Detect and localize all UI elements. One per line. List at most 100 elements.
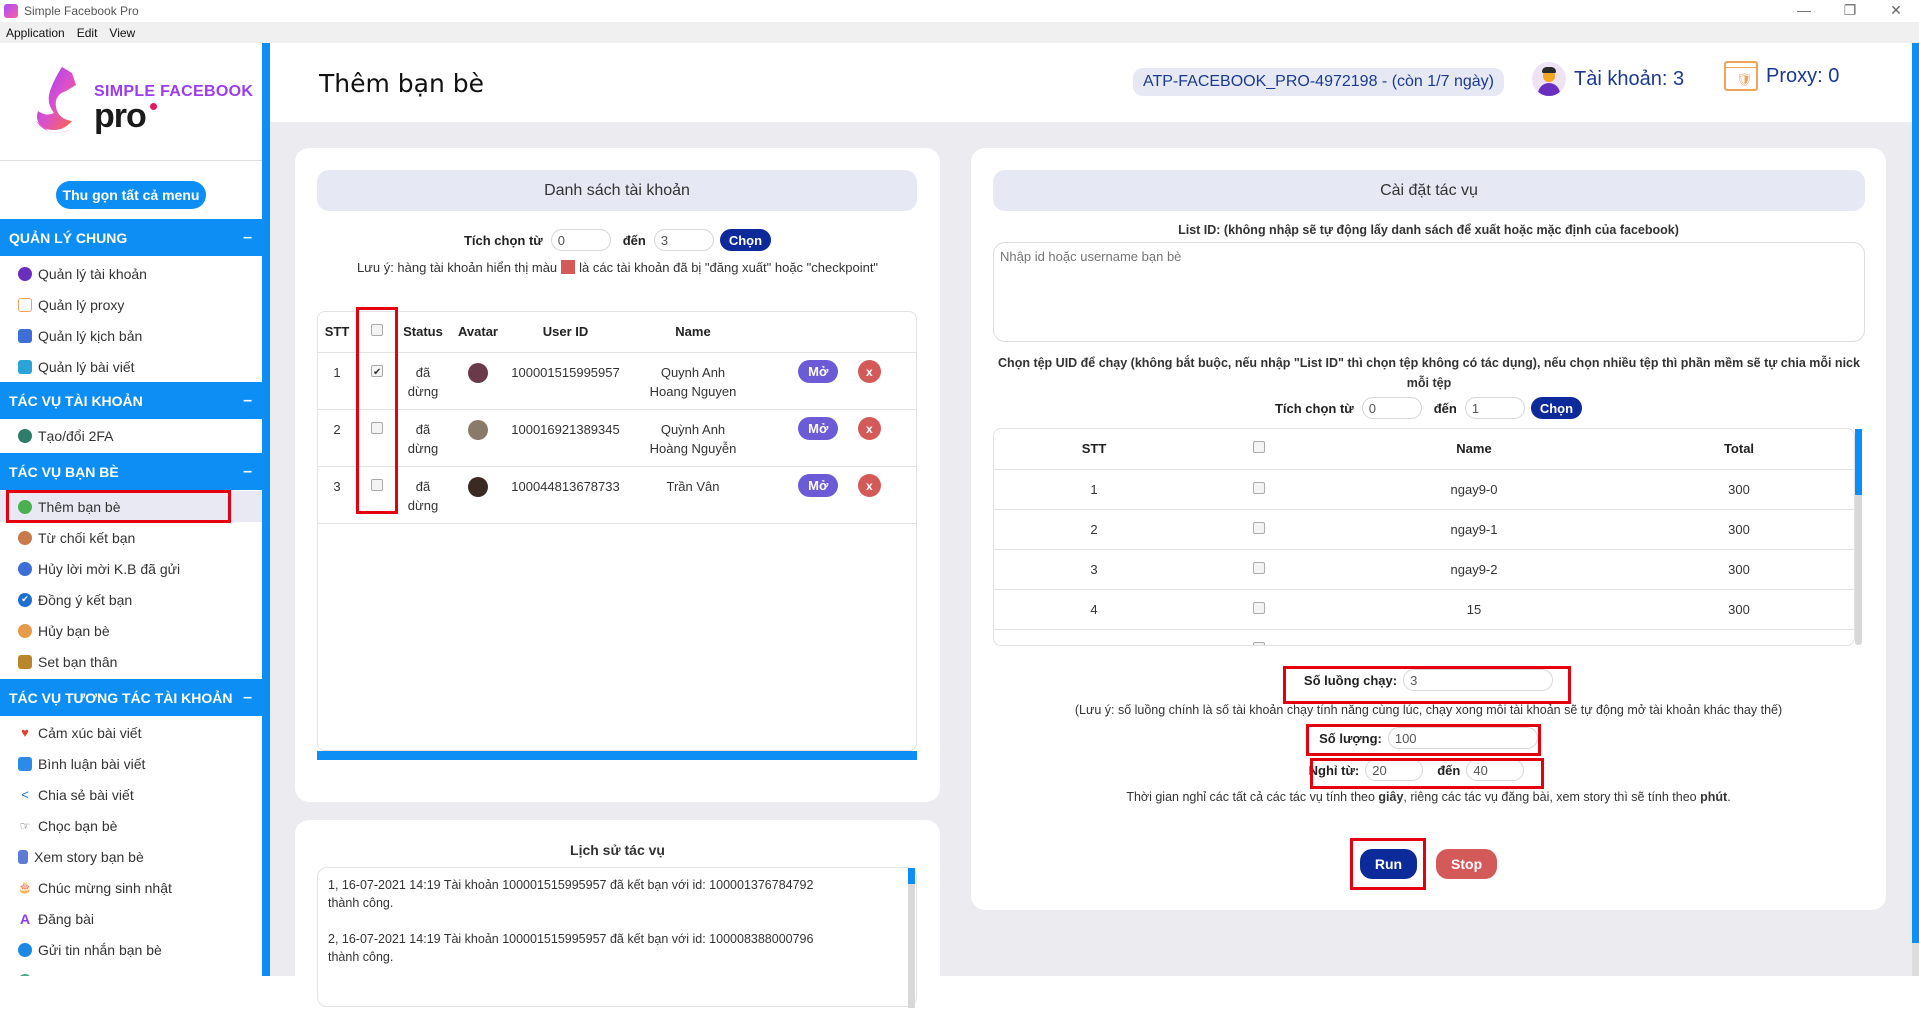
rest-from-input[interactable] xyxy=(1365,759,1424,781)
uid-row-checkbox[interactable] xyxy=(1253,481,1265,494)
quantity-input[interactable] xyxy=(1387,727,1538,749)
sidebar-item-script-management[interactable]: Quản lý kịch bản xyxy=(0,320,262,351)
sidebar-item-create-post[interactable]: A Đăng bài xyxy=(0,903,262,934)
uid-row-checkbox-cell xyxy=(1194,469,1324,510)
row-checkbox[interactable] xyxy=(371,363,383,382)
sidebar-item-reject-friend[interactable]: Từ chối kết bạn xyxy=(0,522,262,553)
list-id-textarea[interactable] xyxy=(993,242,1865,342)
minimize-button[interactable]: — xyxy=(1781,0,1827,22)
sidebar-item-label: Set bạn thân xyxy=(38,653,118,670)
row-checkbox-cell xyxy=(356,352,398,410)
menu-edit[interactable]: Edit xyxy=(71,26,104,40)
section-interaction-tasks[interactable]: TÁC VỤ TƯƠNG TÁC TÀI KHOẢN – xyxy=(0,679,262,716)
sidebar-item-reactions[interactable]: ♥ Cảm xúc bài viết xyxy=(0,717,262,748)
sidebar-item-birthday[interactable]: 🎂 Chúc mừng sinh nhật xyxy=(0,872,262,903)
sidebar-item-message[interactable]: Gửi tin nhắn bạn bè xyxy=(0,934,262,965)
section-friend-tasks[interactable]: TÁC VỤ BẠN BÈ – xyxy=(0,453,262,490)
birthday-icon: 🎂 xyxy=(18,882,32,894)
account-count[interactable]: Tài khoản: 3 xyxy=(1532,62,1684,96)
sidebar-item-accept-friend[interactable]: ✔ Đồng ý kết bạn xyxy=(0,584,262,615)
uid-select-all-checkbox[interactable] xyxy=(1253,441,1265,454)
row-checkbox-cell xyxy=(356,409,398,467)
uid-row-checkbox[interactable] xyxy=(1253,521,1265,534)
uid-scrollbar[interactable] xyxy=(1855,429,1862,495)
open-account-button[interactable]: Mở xyxy=(798,416,839,440)
section-title: QUẢN LÝ CHUNG xyxy=(9,229,128,246)
maximize-button[interactable]: ❐ xyxy=(1827,0,1873,22)
section-general-management[interactable]: QUẢN LÝ CHUNG – xyxy=(0,219,262,256)
row-actions: Mở x xyxy=(763,466,916,524)
uid-file-label: Chọn tệp UID để chạy (không bắt buộc, nế… xyxy=(998,356,1860,390)
collapse-all-menu-button[interactable]: Thu gọn tất cả menu xyxy=(56,181,206,209)
account-avatar xyxy=(468,362,488,383)
row-avatar-cell xyxy=(448,466,508,524)
menu-view[interactable]: View xyxy=(103,26,141,40)
threads-input[interactable] xyxy=(1403,669,1554,691)
proxy-count[interactable]: 🛡 Proxy: 0 xyxy=(1724,61,1839,91)
settings-card-title: Cài đặt tác vụ xyxy=(993,170,1865,211)
delete-account-button[interactable]: x xyxy=(857,474,881,497)
sidebar-scrollbar[interactable] xyxy=(262,43,270,976)
close-window-button[interactable]: ✕ xyxy=(1873,0,1919,22)
account-count-label: Tài khoản: 3 xyxy=(1574,67,1685,90)
sidebar-item-proxy-management[interactable]: Quản lý proxy xyxy=(0,289,262,320)
sidebar-item-unfriend[interactable]: Hủy bạn bè xyxy=(0,615,262,646)
table-row: 2 ngay9-1 300 xyxy=(994,509,1854,550)
account-avatar xyxy=(468,419,488,440)
collapse-toggle-icon[interactable]: – xyxy=(243,689,252,707)
section-account-tasks[interactable]: TÁC VỤ TÀI KHOẢN – xyxy=(0,382,262,419)
open-account-button[interactable]: Mở xyxy=(798,359,839,383)
uid-row-name: ngay9-1 xyxy=(1324,509,1624,550)
uid-row-total: 300 xyxy=(1624,469,1854,510)
sidebar-item-comment[interactable]: Bình luận bài viết xyxy=(0,748,262,779)
sidebar-item-post-management[interactable]: Quản lý bài viết xyxy=(0,351,262,382)
sidebar-item-account-management[interactable]: Quản lý tài khoản xyxy=(0,258,262,289)
collapse-toggle-icon[interactable]: – xyxy=(243,229,252,247)
collapse-toggle-icon[interactable]: – xyxy=(243,392,252,410)
threads-field: Số luồng chạy: xyxy=(971,668,1886,692)
sidebar-item-add-friends[interactable]: Thêm bạn bè xyxy=(0,490,262,523)
sidebar-item-filter-interaction[interactable]: Lọc tương tác xyxy=(0,965,262,976)
choose-accounts-button[interactable]: Chọn xyxy=(719,229,772,251)
choose-uid-files-button[interactable]: Chọn xyxy=(1530,397,1583,419)
select-all-checkbox[interactable] xyxy=(371,324,383,337)
uid-select-to-input[interactable] xyxy=(1464,397,1525,419)
delete-account-button[interactable]: x xyxy=(857,360,881,383)
add-friend-icon xyxy=(18,499,32,514)
2fa-icon xyxy=(18,428,32,443)
stop-button[interactable]: Stop xyxy=(1436,849,1498,879)
row-actions: Mở x xyxy=(763,352,916,410)
row-user-id: 100044813678733 xyxy=(508,466,623,524)
select-from-input[interactable] xyxy=(550,229,611,251)
uid-row-checkbox[interactable] xyxy=(1253,601,1265,614)
sidebar-item-poke[interactable]: ☞ Chọc bạn bè xyxy=(0,810,262,841)
open-account-button[interactable]: Mở xyxy=(798,473,839,497)
row-checkbox[interactable] xyxy=(371,478,383,491)
menu-application[interactable]: Application xyxy=(0,26,71,40)
sidebar-item-share[interactable]: < Chia sẻ bài viết xyxy=(0,779,262,810)
run-button[interactable]: Run xyxy=(1359,849,1418,879)
uid-row-checkbox[interactable] xyxy=(1253,561,1265,574)
select-to-input[interactable] xyxy=(653,229,714,251)
history-scrollbar[interactable] xyxy=(908,868,915,884)
delete-account-button[interactable]: x xyxy=(857,417,881,440)
row-checkbox[interactable] xyxy=(371,421,383,434)
user-icon xyxy=(18,266,32,281)
time-unit-seconds: giây xyxy=(1378,790,1404,804)
col-total: Total xyxy=(1624,429,1854,470)
uid-select-from-input[interactable] xyxy=(1361,397,1422,419)
sidebar-item-close-friend[interactable]: Set bạn thân xyxy=(0,646,262,677)
accounts-card-title: Danh sách tài khoản xyxy=(317,170,917,211)
table-row: 1 đã dừng 100001515995957 Quynh Anh Hoan… xyxy=(318,352,916,410)
collapse-toggle-icon[interactable]: – xyxy=(243,463,252,481)
page-scrollbar[interactable] xyxy=(1912,43,1919,943)
sidebar-item-story[interactable]: Xem story bạn bè xyxy=(0,841,262,872)
time-unit-minutes: phút xyxy=(1700,790,1728,804)
account-color-note: Lưu ý: hàng tài khoản hiển thị màu là các… xyxy=(295,260,940,275)
sidebar-item-cancel-request[interactable]: Hủy lời mời K.B đã gửi xyxy=(0,553,262,584)
accounts-horizontal-scrollbar[interactable] xyxy=(317,751,917,760)
red-swatch xyxy=(561,260,576,274)
uid-row-checkbox[interactable] xyxy=(1253,641,1265,645)
rest-to-input[interactable] xyxy=(1466,759,1525,781)
sidebar-item-2fa[interactable]: Tạo/đổi 2FA xyxy=(0,420,262,451)
